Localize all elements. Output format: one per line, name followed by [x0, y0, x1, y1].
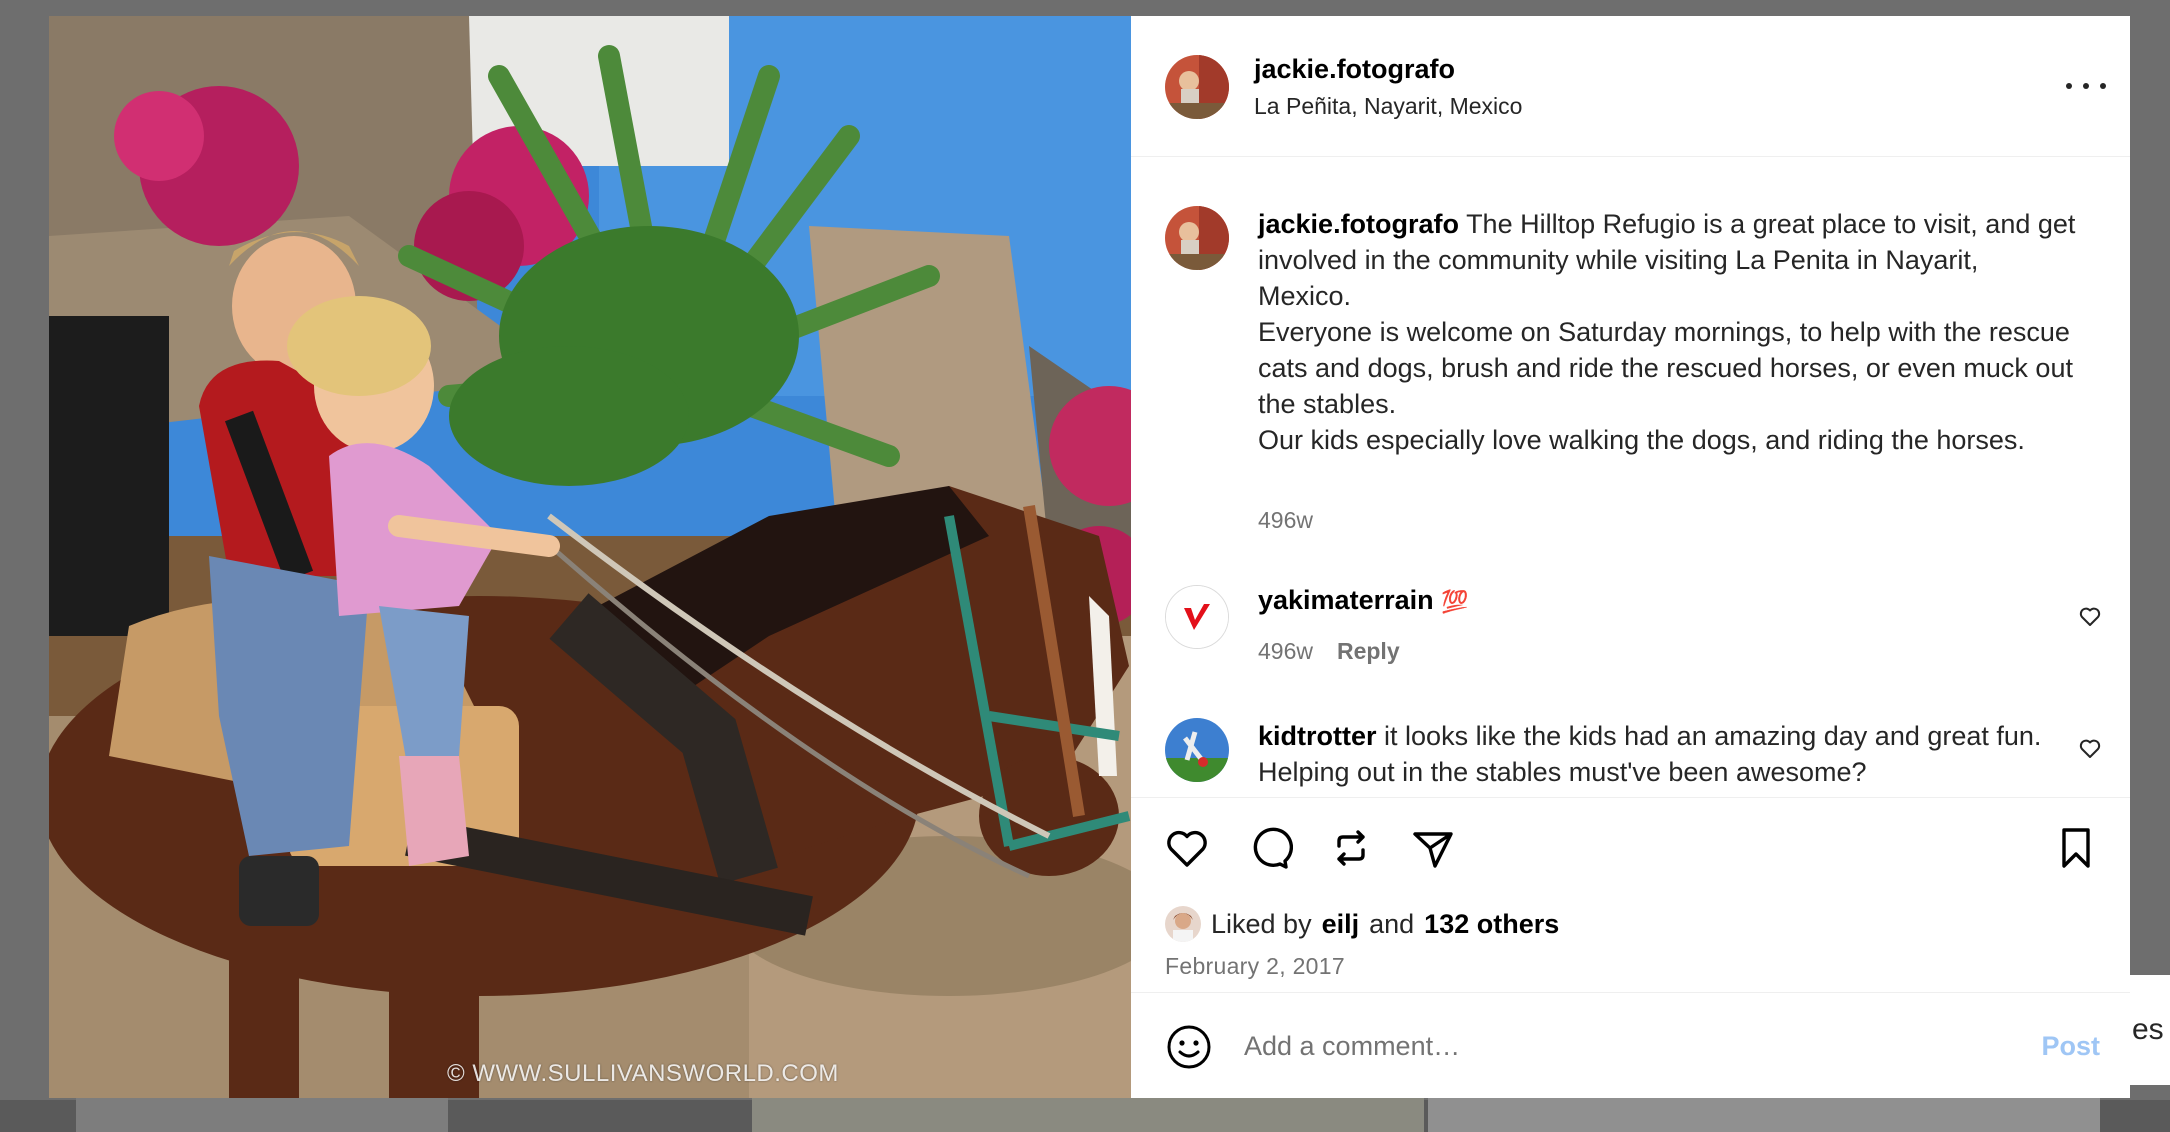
- heart-icon: [1167, 830, 1207, 867]
- comment-meta: 496w Reply: [1258, 638, 1400, 665]
- comment-button[interactable]: [1245, 824, 1293, 872]
- more-horizontal-icon: [2066, 83, 2072, 89]
- caption-username[interactable]: jackie.fotografo: [1258, 209, 1459, 239]
- post-location[interactable]: La Peñita, Nayarit, Mexico: [1254, 93, 1522, 120]
- liker-username[interactable]: eilj: [1322, 909, 1360, 940]
- share-button[interactable]: [1409, 824, 1457, 872]
- comment-icon: [1253, 827, 1293, 869]
- photo-illustration: [49, 16, 1131, 1098]
- more-horizontal-icon: [2083, 83, 2089, 89]
- post-date[interactable]: February 2, 2017: [1165, 953, 1345, 980]
- photo-watermark: © WWW.SULLIVANSWORLD.COM: [447, 1060, 839, 1087]
- comment-timestamp[interactable]: 496w: [1258, 638, 1313, 665]
- comment-input[interactable]: [1244, 1021, 1964, 1071]
- commenter-avatar[interactable]: [1165, 718, 1229, 782]
- share-icon: [1413, 832, 1453, 868]
- author-avatar[interactable]: [1165, 55, 1229, 119]
- liker-avatar[interactable]: [1165, 906, 1201, 942]
- comment-username[interactable]: yakimaterrain: [1258, 585, 1434, 615]
- post-actions: Liked by eilj and 132 others February 2,…: [1131, 797, 2130, 1015]
- save-button[interactable]: [2052, 824, 2100, 872]
- post-details-panel: jackie.fotografo La Peñita, Nayarit, Mex…: [1131, 16, 2130, 1098]
- caption-timestamp[interactable]: 496w: [1258, 507, 1313, 534]
- comments-list[interactable]: jackie.fotografo The Hilltop Refugio is …: [1131, 157, 2130, 797]
- emoji-icon: [1167, 1025, 1211, 1069]
- comment-text: 💯: [1441, 589, 1469, 614]
- feed-thumbnail[interactable]: [76, 1098, 448, 1132]
- caption-line: Everyone is welcome on Saturday mornings…: [1258, 317, 2073, 419]
- heart-icon: [2079, 607, 2101, 626]
- bookmark-icon: [2062, 828, 2090, 868]
- post-modal: © WWW.SULLIVANSWORLD.COM jackie.fotograf…: [49, 16, 2130, 1098]
- more-options-button[interactable]: [2066, 74, 2106, 98]
- feed-thumbnail[interactable]: [1428, 1098, 2100, 1132]
- caption-line: Our kids especially love walking the dog…: [1258, 425, 2025, 455]
- author-username[interactable]: jackie.fotografo: [1254, 54, 1455, 85]
- comment-body: kidtrotter it looks like the kids had an…: [1258, 718, 2058, 790]
- repost-button[interactable]: [1327, 824, 1375, 872]
- feed-card-text: es: [2132, 1013, 2164, 1046]
- commenter-avatar[interactable]: [1165, 585, 1229, 649]
- likes-prefix: Liked by: [1211, 908, 1312, 939]
- comment-like-button[interactable]: [2078, 736, 2102, 760]
- likes-middle: and: [1369, 908, 1415, 939]
- emoji-button[interactable]: [1165, 1023, 1213, 1071]
- more-horizontal-icon: [2100, 83, 2106, 89]
- feed-card-partial: es: [2128, 975, 2170, 1085]
- like-button[interactable]: [1163, 824, 1211, 872]
- likes-count[interactable]: 132 others: [1424, 909, 1559, 940]
- heart-icon: [2079, 739, 2101, 758]
- repost-icon: [1337, 830, 1365, 866]
- add-comment-bar: Post: [1131, 992, 2130, 1098]
- comment-body: yakimaterrain 💯: [1258, 585, 1469, 616]
- likes-summary: Liked by eilj and 132 others: [1165, 906, 1559, 942]
- feed-thumbnail[interactable]: [752, 1098, 1424, 1132]
- post-caption: jackie.fotografo The Hilltop Refugio is …: [1258, 206, 2078, 458]
- reply-button[interactable]: Reply: [1337, 638, 1400, 665]
- post-header: jackie.fotografo La Peñita, Nayarit, Mex…: [1131, 16, 2130, 157]
- action-icons-row: [1163, 824, 1457, 872]
- comment-like-button[interactable]: [2078, 604, 2102, 628]
- post-comment-button[interactable]: Post: [2041, 1031, 2100, 1062]
- comment-username[interactable]: kidtrotter: [1258, 721, 1377, 751]
- caption-author-avatar[interactable]: [1165, 206, 1229, 270]
- post-photo[interactable]: © WWW.SULLIVANSWORLD.COM: [49, 16, 1131, 1098]
